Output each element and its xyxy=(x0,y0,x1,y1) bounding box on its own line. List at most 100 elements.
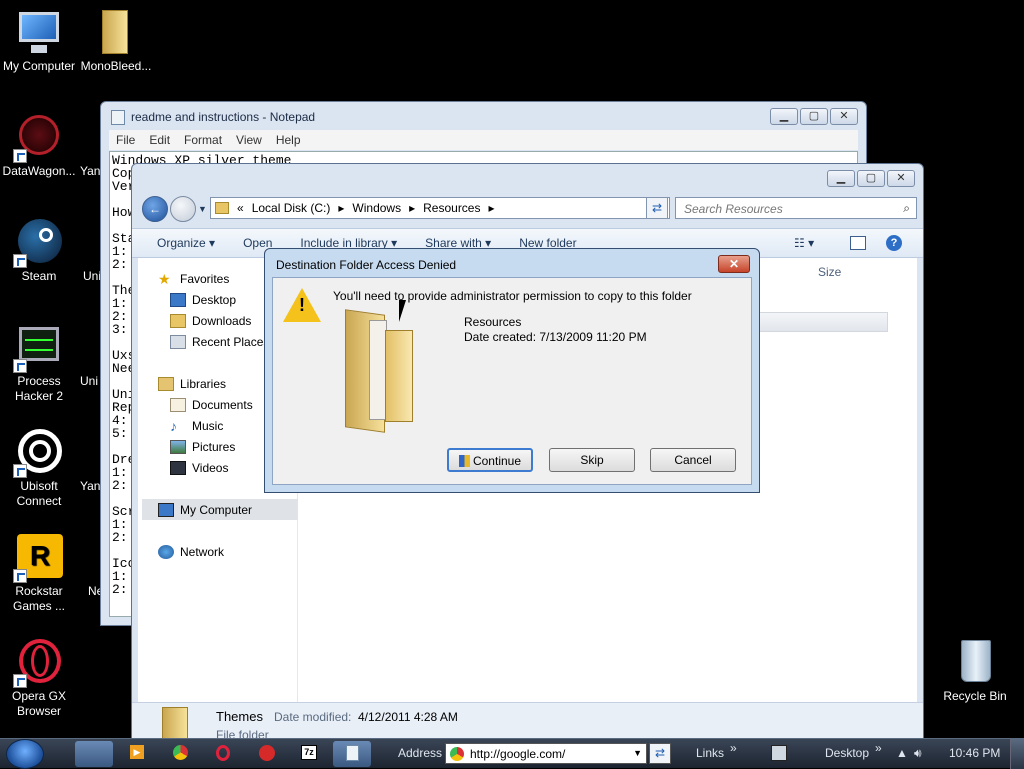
help-icon[interactable]: ? xyxy=(886,235,902,251)
desktop-icon-rockstar[interactable]: R Rockstar Games ... xyxy=(0,533,78,614)
details-modified-label: Date modified: xyxy=(274,710,352,724)
menu-file[interactable]: File xyxy=(116,130,135,150)
skip-button[interactable]: Skip xyxy=(549,448,635,472)
continue-button[interactable]: Continue xyxy=(447,448,533,472)
shortcut-arrow-icon xyxy=(13,254,27,268)
close-button[interactable]: ✕ xyxy=(830,108,858,125)
folder-icon xyxy=(215,202,229,214)
menu-view[interactable]: View xyxy=(236,130,262,150)
nav-music-label: Music xyxy=(192,419,224,433)
recent-pages-dropdown[interactable]: ▼ xyxy=(198,204,207,214)
nav-pictures[interactable]: Pictures xyxy=(170,440,235,454)
nav-recent-places[interactable]: Recent Places xyxy=(170,335,269,349)
cancel-button[interactable]: Cancel xyxy=(650,448,736,472)
address-bar[interactable]: « Local Disk (C:) ▸ Windows ▸ Resources … xyxy=(210,197,670,219)
music-icon: ♪ xyxy=(170,418,177,434)
links-chevron-icon[interactable]: » xyxy=(730,741,737,755)
maximize-button[interactable]: ▢ xyxy=(857,170,885,187)
notepad-icon xyxy=(111,110,125,125)
taskbar-address-input[interactable]: http://google.com/ ▼ xyxy=(445,743,647,764)
nav-favorites[interactable]: ★ Favorites xyxy=(158,272,229,286)
breadcrumb-separator-icon[interactable]: ▸ xyxy=(488,201,494,215)
desktop-icon-steam[interactable]: Steam xyxy=(0,218,78,284)
breadcrumb-windows[interactable]: Windows xyxy=(352,201,401,215)
address-value: http://google.com/ xyxy=(470,747,566,761)
desktop-icon-monobleed[interactable]: MonoBleed... xyxy=(77,8,155,74)
organize-button[interactable]: Organize ▾ xyxy=(157,236,215,250)
column-header-size[interactable]: Size xyxy=(818,265,841,279)
links-toolbar-label[interactable]: Links xyxy=(696,746,724,760)
downloads-icon xyxy=(170,314,186,328)
videos-icon xyxy=(170,461,186,475)
desktop-icon-process-hacker[interactable]: Process Hacker 2 xyxy=(0,323,78,404)
view-options-icon[interactable]: ☷ ▾ xyxy=(794,236,814,250)
minimize-button[interactable]: ▁ xyxy=(827,170,855,187)
mouse-cursor-icon xyxy=(399,300,406,322)
selected-row-highlight[interactable] xyxy=(758,312,888,332)
close-button[interactable]: ✕ xyxy=(887,170,915,187)
search-input[interactable]: Search Resources ⌕ xyxy=(675,197,917,219)
access-denied-dialog[interactable]: Destination Folder Access Denied ✕ ! You… xyxy=(264,248,760,493)
menu-format[interactable]: Format xyxy=(184,130,222,150)
desktop-toolbar-label[interactable]: Desktop xyxy=(825,746,869,760)
minimize-button[interactable]: ▁ xyxy=(770,108,798,125)
volume-icon[interactable]: 🔊︎ xyxy=(914,746,922,761)
breadcrumb-separator-icon[interactable]: ▸ xyxy=(338,201,344,215)
breadcrumb-overflow[interactable]: « xyxy=(237,201,244,215)
chrome-icon xyxy=(450,747,464,761)
process-hacker-icon xyxy=(13,323,63,373)
nav-documents[interactable]: Documents xyxy=(170,398,253,412)
breadcrumb-resources[interactable]: Resources xyxy=(423,201,480,215)
desktop-chevron-icon[interactable]: » xyxy=(875,741,882,755)
address-toolbar-label: Address xyxy=(398,746,443,760)
nav-libraries[interactable]: Libraries xyxy=(158,377,226,391)
computer-icon xyxy=(15,8,63,56)
address-dropdown-icon[interactable]: ▼ xyxy=(633,748,642,758)
explorer-titlebar[interactable]: ▁ ▢ ✕ xyxy=(132,164,923,192)
desktop-icon-recycle-bin[interactable]: Recycle Bin xyxy=(936,638,1014,704)
recycle-bin-icon xyxy=(951,638,999,686)
shortcut-arrow-icon xyxy=(13,464,27,478)
notepad-titlebar[interactable]: readme and instructions - Notepad ▁ ▢ ✕ xyxy=(101,102,866,130)
taskbar-notes-icon[interactable] xyxy=(771,745,787,761)
search-icon: ⌕ xyxy=(903,201,910,215)
nav-network[interactable]: Network xyxy=(158,545,224,559)
start-button[interactable] xyxy=(6,739,44,769)
desktop-icon-my-computer[interactable]: My Computer xyxy=(0,8,78,74)
menu-edit[interactable]: Edit xyxy=(149,130,170,150)
search-placeholder: Search Resources xyxy=(684,202,783,216)
refresh-button[interactable]: ⇄ xyxy=(646,197,668,219)
notepad-glyph xyxy=(346,745,359,761)
maximize-button[interactable]: ▢ xyxy=(800,108,828,125)
show-desktop-button[interactable] xyxy=(1010,739,1024,769)
back-button[interactable]: ← xyxy=(142,196,168,222)
desktop-icon-ubisoft[interactable]: Ubisoft Connect xyxy=(0,428,78,509)
ubisoft-icon xyxy=(13,428,63,478)
network-icon xyxy=(158,545,174,559)
dialog-close-button[interactable]: ✕ xyxy=(718,255,750,273)
7zip-glyph: 7z xyxy=(301,745,317,760)
preview-pane-icon[interactable] xyxy=(850,236,866,250)
desktop-icon-label: Opera GX Browser xyxy=(11,689,67,718)
nav-music[interactable]: ♪ Music xyxy=(170,419,223,433)
nav-videos-label: Videos xyxy=(192,461,229,475)
nav-downloads-label: Downloads xyxy=(192,314,252,328)
desktop-icon-datawagon[interactable]: DataWagon... xyxy=(0,113,78,179)
desktop-icon-opera[interactable]: Opera GX Browser xyxy=(0,638,78,719)
nav-videos[interactable]: Videos xyxy=(170,461,228,475)
opera-icon xyxy=(13,638,63,688)
go-button[interactable]: ⇄ xyxy=(649,743,671,764)
ea-glyph xyxy=(259,745,275,761)
libraries-icon xyxy=(158,377,174,391)
taskbar-explorer-icon[interactable] xyxy=(75,741,113,767)
breadcrumb-separator-icon[interactable]: ▸ xyxy=(409,201,415,215)
nav-network-label: Network xyxy=(180,545,225,559)
nav-my-computer[interactable]: My Computer xyxy=(142,499,298,520)
nav-downloads[interactable]: Downloads xyxy=(170,314,251,328)
breadcrumb-local-disk[interactable]: Local Disk (C:) xyxy=(252,201,331,215)
menu-help[interactable]: Help xyxy=(276,130,301,150)
tray-expand-icon[interactable]: ▲ xyxy=(896,746,908,760)
system-clock[interactable]: 10:46 PM xyxy=(949,746,1000,760)
nav-desktop[interactable]: Desktop xyxy=(170,293,236,307)
forward-button[interactable] xyxy=(170,196,196,222)
